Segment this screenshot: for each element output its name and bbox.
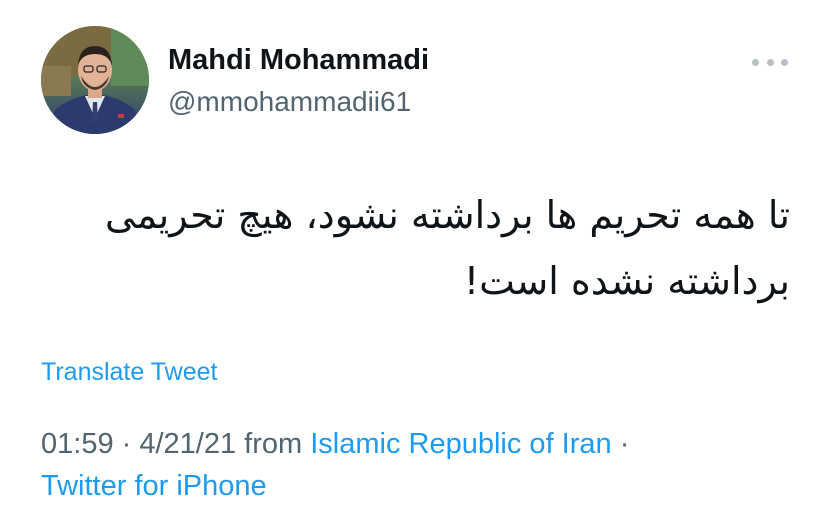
separator: · — [113, 428, 140, 460]
user-handle[interactable]: @mmohammadii61 — [168, 86, 411, 118]
dot — [752, 58, 759, 66]
tweet-time: 01:59 — [41, 428, 114, 460]
tweet-text-line: تا همه تحریم ها برداشته نشود، هیچ تحریمی — [105, 193, 790, 237]
location-link[interactable]: Islamic Republic of Iran — [310, 428, 611, 460]
tweet-card: Mahdi Mohammadi @mmohammadii61 تا همه تح… — [0, 0, 827, 514]
dot — [781, 58, 788, 66]
separator: · — [611, 428, 630, 460]
more-options-icon[interactable] — [752, 52, 788, 72]
source-link[interactable]: Twitter for iPhone — [41, 470, 267, 502]
avatar[interactable] — [41, 26, 149, 134]
tweet-text-line: برداشته نشده است! — [463, 259, 790, 303]
translate-tweet-link[interactable]: Translate Tweet — [41, 358, 217, 387]
from-label: from — [236, 428, 311, 460]
display-name[interactable]: Mahdi Mohammadi — [168, 44, 429, 77]
profile-photo-icon — [41, 26, 149, 134]
dot — [766, 58, 774, 66]
tweet-date: 4/21/21 — [139, 428, 237, 460]
tweet-text: تا همه تحریم ها برداشته نشود، هیچ تحریمی… — [40, 182, 790, 314]
tweet-metadata: 01:59 · 4/21/21 from Islamic Republic of… — [41, 423, 801, 507]
